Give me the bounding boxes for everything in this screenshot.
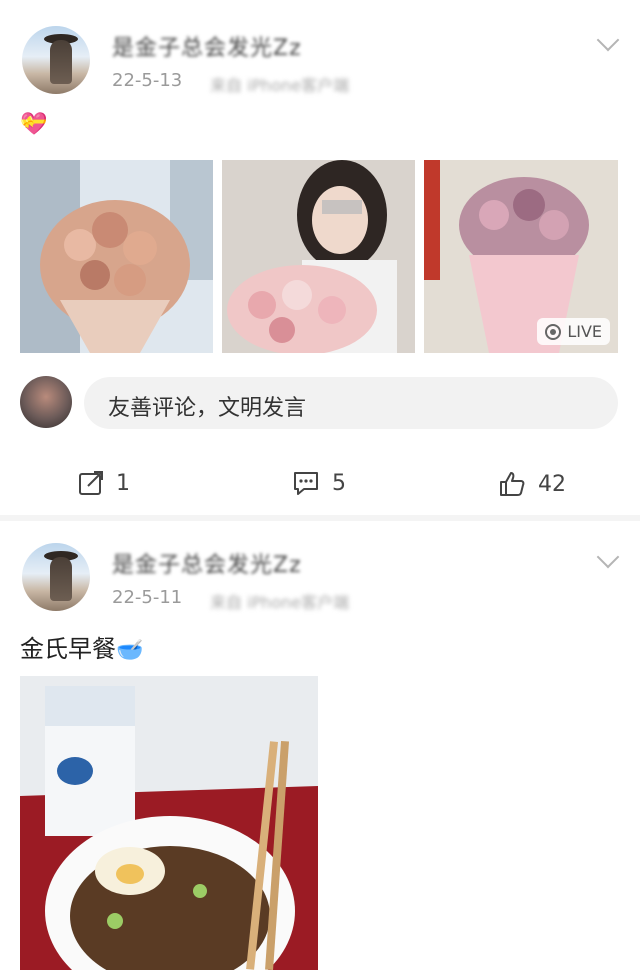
- comment-placeholder: 友善评论，文明发言: [108, 396, 307, 421]
- post-text: 金氏早餐🥣: [20, 629, 143, 664]
- commenter-avatar: [20, 376, 72, 428]
- post-emoji: 💝: [20, 112, 48, 137]
- post-1: 是金子总会发光Zz 22-5-13 来自 iPhone客户端 💝 LIVE 友善…: [0, 0, 640, 515]
- post-source: 来自 iPhone客户端: [210, 593, 350, 612]
- like-button[interactable]: 42: [498, 470, 566, 498]
- avatar[interactable]: [22, 26, 90, 94]
- share-button[interactable]: 1: [78, 470, 130, 496]
- photo-bouquet-2[interactable]: LIVE: [424, 160, 618, 353]
- bowl-emoji: 🥣: [116, 638, 144, 663]
- post-source: 来自 iPhone客户端: [210, 76, 350, 95]
- comment-count: 5: [332, 470, 346, 496]
- username[interactable]: 是金子总会发光Zz: [112, 547, 302, 579]
- share-icon: [79, 471, 103, 495]
- chevron-down-icon[interactable]: [596, 28, 620, 52]
- photo-selfie-with-bouquet[interactable]: [222, 160, 415, 353]
- post-2: 是金子总会发光Zz 22-5-11 来自 iPhone客户端 金氏早餐🥣: [0, 521, 640, 970]
- comment-input[interactable]: 友善评论，文明发言: [84, 377, 618, 429]
- post-text-body: 金氏早餐: [20, 635, 116, 663]
- photo-bouquet-1[interactable]: [20, 160, 213, 353]
- live-label: LIVE: [567, 322, 602, 341]
- chevron-down-icon[interactable]: [596, 545, 620, 569]
- avatar[interactable]: [22, 543, 90, 611]
- comment-button[interactable]: 5: [292, 470, 346, 496]
- photo-breakfast[interactable]: [20, 676, 318, 970]
- username[interactable]: 是金子总会发光Zz: [112, 30, 302, 62]
- comment-icon: [294, 472, 318, 495]
- like-count: 42: [538, 471, 566, 497]
- post-date: 22-5-11: [112, 587, 183, 608]
- live-badge: LIVE: [537, 318, 610, 345]
- thumbs-up-icon: [500, 472, 525, 496]
- post-date: 22-5-13: [112, 70, 183, 91]
- live-icon: [545, 323, 562, 340]
- share-count: 1: [116, 470, 130, 496]
